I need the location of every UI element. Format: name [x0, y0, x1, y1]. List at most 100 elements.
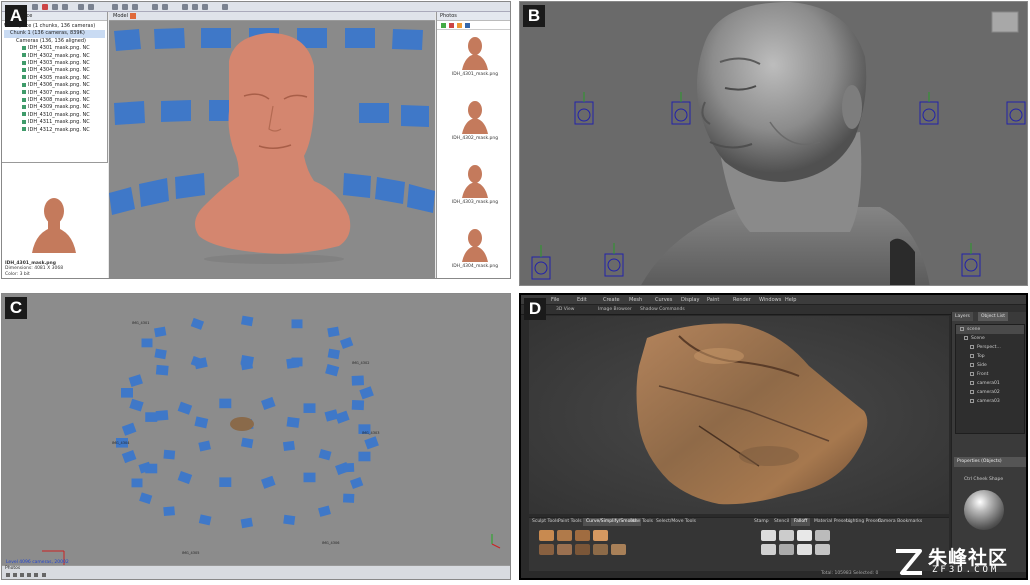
visibility-toggle-icon[interactable]: [970, 398, 974, 403]
undo-icon[interactable]: [78, 4, 84, 10]
falloff-swatch[interactable]: [815, 544, 830, 555]
close-icon[interactable]: [130, 12, 137, 19]
tree-camera-item[interactable]: IDH_4312_mask.png. NC: [4, 127, 105, 134]
falloff-swatch[interactable]: [779, 530, 794, 541]
menu-item[interactable]: Display: [681, 297, 699, 303]
mask-icon[interactable]: [457, 23, 462, 28]
model-tab[interactable]: Model: [109, 12, 435, 21]
sculpt-tool-swatch[interactable]: [557, 544, 572, 555]
zoom-out-icon[interactable]: [162, 4, 168, 10]
visibility-toggle-icon[interactable]: [970, 362, 974, 367]
outliner-row[interactable]: Scene: [956, 334, 1024, 343]
tool-tab[interactable]: Paint Tools: [555, 518, 585, 526]
tree-camera-item[interactable]: IDH_4306_mask.png. NC: [4, 82, 105, 89]
tree-camera-item[interactable]: IDH_4309_mask.png. NC: [4, 104, 105, 111]
stamp-tab[interactable]: Falloff: [791, 518, 811, 526]
model-viewport[interactable]: Model: [109, 12, 435, 278]
rotate-left-icon[interactable]: [20, 573, 24, 577]
mesh-view-icon[interactable]: [182, 4, 188, 10]
add-icon[interactable]: [6, 573, 10, 577]
3d-viewport[interactable]: [529, 316, 949, 514]
zoom-icon[interactable]: [34, 573, 38, 577]
menu-item[interactable]: Curves: [655, 297, 672, 303]
stamp-tab[interactable]: Stamp: [751, 518, 772, 526]
falloff-swatch[interactable]: [797, 544, 812, 555]
texture-view-icon[interactable]: [192, 4, 198, 10]
move-icon[interactable]: [122, 4, 128, 10]
view-tab[interactable]: Shadow Commands: [640, 307, 685, 312]
view-icon[interactable]: [465, 23, 470, 28]
outliner-row[interactable]: Perspect…: [956, 343, 1024, 352]
photos-tab[interactable]: Photos: [5, 566, 20, 571]
open-icon[interactable]: [52, 4, 58, 10]
menu-item[interactable]: Create: [603, 297, 620, 303]
photo-item[interactable]: IDH_4301_mask.png: [445, 34, 505, 77]
outliner-row[interactable]: camera03: [956, 397, 1024, 406]
outliner-row[interactable]: scene: [956, 325, 1024, 334]
tab-layers[interactable]: Layers: [952, 312, 973, 321]
view-tab[interactable]: Image Browser: [598, 307, 632, 312]
tree-camera-item[interactable]: IDH_4307_mask.png. NC: [4, 90, 105, 97]
visibility-toggle-icon[interactable]: [970, 371, 974, 376]
tree-camera-item[interactable]: IDH_4305_mask.png. NC: [4, 75, 105, 82]
sculpt-tool-swatch[interactable]: [593, 530, 608, 541]
outliner-row[interactable]: camera01: [956, 379, 1024, 388]
menu-item[interactable]: Paint: [707, 297, 719, 303]
remove-icon[interactable]: [13, 573, 17, 577]
tree-camera-item[interactable]: IDH_4310_mask.png. NC: [4, 112, 105, 119]
sculpt-tool-swatch[interactable]: [557, 530, 572, 541]
object-tree[interactable]: scene Scene Perspect… Top Side Front camera01 c…: [955, 324, 1025, 434]
view-tab[interactable]: 3D View: [556, 307, 574, 312]
camera-alignment-viewport[interactable]: IMG_4301 IMG_4302 IMG_4303 IMG_4304 IMG_4305…: [2, 294, 511, 566]
menu-item[interactable]: Help: [785, 297, 796, 303]
menu-item[interactable]: File: [551, 297, 559, 303]
tree-camera-item[interactable]: IDH_4301_mask.png. NC: [4, 45, 105, 52]
sculpt-tool-swatch[interactable]: [593, 544, 608, 555]
redo-icon[interactable]: [88, 4, 94, 10]
falloff-swatch[interactable]: [761, 530, 776, 541]
sculpt-tool-swatch[interactable]: [575, 530, 590, 541]
stamp-tab[interactable]: Camera Bookmarks: [875, 518, 925, 526]
photo-item[interactable]: IDH_4303_mask.png: [445, 162, 505, 205]
material-preview-sphere[interactable]: [964, 490, 1004, 530]
camera-icon[interactable]: [222, 4, 228, 10]
tab-object-list[interactable]: Object List: [978, 312, 1008, 321]
tool-tab[interactable]: Select/Move Tools: [653, 518, 699, 526]
tree-camera-item[interactable]: IDH_4302_mask.png. NC: [4, 53, 105, 60]
tree-camera-item[interactable]: IDH_4308_mask.png. NC: [4, 97, 105, 104]
workspace-tree[interactable]: Workspace (1 chunks, 136 cameras) Chunk 1…: [2, 21, 107, 136]
sculpt-viewport[interactable]: [520, 2, 1028, 286]
tree-node[interactable]: Chunk 1 (136 cameras, 839K): [4, 30, 105, 38]
falloff-swatch[interactable]: [815, 530, 830, 541]
delete-icon[interactable]: [42, 4, 48, 10]
rotate-icon[interactable]: [132, 4, 138, 10]
remove-photo-icon[interactable]: [449, 23, 454, 28]
photo-item[interactable]: IDH_4302_mask.png: [445, 98, 505, 141]
menu-item[interactable]: Mesh: [629, 297, 642, 303]
tree-node[interactable]: Cameras (136, 136 aligned): [4, 38, 105, 45]
visibility-toggle-icon[interactable]: [960, 326, 964, 331]
save-icon[interactable]: [62, 4, 68, 10]
visibility-toggle-icon[interactable]: [970, 353, 974, 358]
sculpt-tool-swatch[interactable]: [539, 544, 554, 555]
zoom-in-icon[interactable]: [152, 4, 158, 10]
menu-item[interactable]: Edit: [577, 297, 587, 303]
select-icon[interactable]: [112, 4, 118, 10]
grid-icon[interactable]: [42, 573, 46, 577]
rotate-right-icon[interactable]: [27, 573, 31, 577]
falloff-swatch[interactable]: [761, 544, 776, 555]
sculpt-tool-swatch[interactable]: [539, 530, 554, 541]
sculpt-tool-swatch[interactable]: [575, 544, 590, 555]
falloff-swatch[interactable]: [779, 544, 794, 555]
points-view-icon[interactable]: [202, 4, 208, 10]
menu-item[interactable]: Windows: [759, 297, 781, 303]
visibility-toggle-icon[interactable]: [970, 389, 974, 394]
outliner-row[interactable]: camera02: [956, 388, 1024, 397]
outliner-row[interactable]: Side: [956, 361, 1024, 370]
photo-item[interactable]: IDH_4304_mask.png: [445, 226, 505, 269]
outliner-row[interactable]: Front: [956, 370, 1024, 379]
tree-camera-item[interactable]: IDH_4311_mask.png. NC: [4, 119, 105, 126]
tool-tab[interactable]: Pose Tools: [627, 518, 656, 526]
tree-camera-item[interactable]: IDH_4304_mask.png. NC: [4, 67, 105, 74]
visibility-toggle-icon[interactable]: [970, 344, 974, 349]
